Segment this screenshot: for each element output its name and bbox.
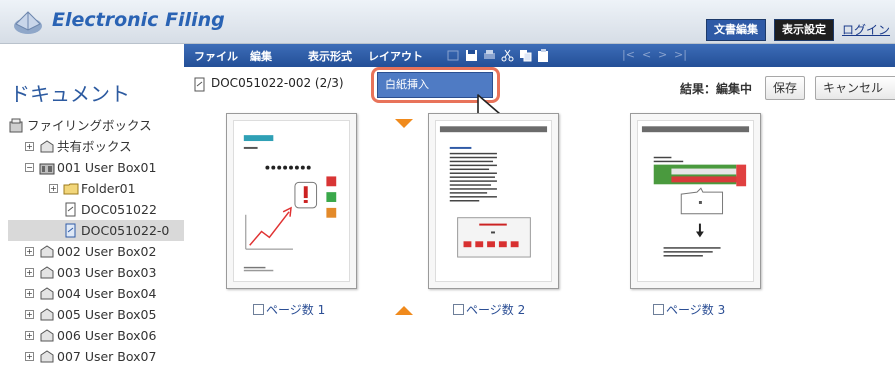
document-name: DOC051022-002 (2/3) — [211, 76, 344, 90]
menu-file[interactable]: ファイル — [194, 48, 238, 64]
doc-edit-button[interactable]: 文書編集 — [706, 19, 766, 41]
app-title: Electronic Filing — [52, 9, 225, 31]
print-icon[interactable] — [482, 48, 497, 63]
page-preview-image — [435, 120, 552, 282]
paste-icon[interactable] — [536, 48, 551, 63]
result-status: 結果：編集中 — [680, 82, 753, 96]
display-settings-button[interactable]: 表示設定 — [774, 19, 834, 41]
menu-bar: ファイル 編集 表示形式 レイアウト |< < > >| — [184, 44, 895, 67]
user-box-icon — [40, 329, 54, 342]
user-box-icon — [39, 163, 55, 175]
shared-box-icon — [40, 140, 54, 153]
folder-icon — [63, 183, 79, 195]
menu-layout[interactable]: レイアウト — [368, 48, 423, 64]
checkbox[interactable] — [653, 304, 664, 315]
menu-view-format[interactable]: 表示形式 — [308, 48, 352, 64]
tree-item-user-box-04[interactable]: + 004 User Box04 — [8, 283, 184, 304]
prev-page-icon[interactable]: < — [642, 48, 651, 61]
document-icon — [65, 202, 76, 217]
tree-item-shared-box[interactable]: + 共有ボックス — [8, 136, 184, 157]
expand-icon[interactable]: + — [25, 247, 34, 256]
document-icon — [65, 223, 76, 238]
tree-item-user-box-05[interactable]: + 005 User Box05 — [8, 304, 184, 325]
expand-icon[interactable]: + — [25, 268, 34, 277]
page-preview-image — [233, 120, 350, 282]
user-box-icon — [40, 308, 54, 321]
app-header: Electronic Filing 文書編集 表示設定 ログイン — [0, 0, 895, 44]
rotate-icon[interactable] — [446, 48, 461, 63]
expand-icon[interactable]: + — [25, 352, 34, 361]
page-checkbox-3[interactable]: ページ数 3 — [653, 301, 725, 318]
page-preview-image — [637, 120, 754, 282]
tree-item-doc051022[interactable]: DOC051022 — [8, 199, 184, 220]
cut-icon[interactable] — [500, 48, 515, 63]
expand-icon[interactable]: + — [25, 331, 34, 340]
next-page-icon[interactable]: > — [658, 48, 667, 61]
document-icon — [194, 77, 205, 92]
document-tree: ファイリングボックス + 共有ボックス − 001 User Box01 + F… — [8, 115, 184, 367]
expand-icon[interactable]: + — [25, 289, 34, 298]
tree-item-user-box-03[interactable]: + 003 User Box03 — [8, 262, 184, 283]
insert-marker-down-icon — [395, 119, 413, 128]
collapse-icon[interactable]: − — [25, 163, 34, 172]
tree-item-doc051022-002[interactable]: DOC051022-0 — [8, 220, 184, 241]
expand-icon[interactable]: + — [25, 310, 34, 319]
first-page-icon[interactable]: |< — [622, 48, 635, 61]
tree-item-folder01[interactable]: + Folder01 — [8, 178, 184, 199]
user-box-icon — [40, 245, 54, 258]
user-box-icon — [40, 350, 54, 363]
cancel-button[interactable]: キャンセル — [815, 76, 895, 100]
checkbox[interactable] — [453, 304, 464, 315]
tree-item-user-box-02[interactable]: + 002 User Box02 — [8, 241, 184, 262]
page-thumbnail-3[interactable] — [630, 113, 761, 289]
tree-item-filing-box[interactable]: ファイリングボックス — [8, 115, 184, 136]
checkbox[interactable] — [253, 304, 264, 315]
page-checkbox-1[interactable]: ページ数 1 — [253, 301, 325, 318]
logo-icon — [14, 11, 42, 34]
save-icon[interactable] — [464, 48, 479, 63]
save-button[interactable]: 保存 — [765, 76, 806, 100]
tree-item-user-box-06[interactable]: + 006 User Box06 — [8, 325, 184, 346]
login-link[interactable]: ログイン — [842, 21, 890, 38]
tree-item-user-box-01[interactable]: − 001 User Box01 — [8, 157, 184, 178]
page-thumbnail-1[interactable] — [226, 113, 357, 289]
user-box-icon — [40, 287, 54, 300]
menu-edit[interactable]: 編集 — [250, 48, 272, 64]
sidebar-title: ドキュメント — [10, 82, 130, 106]
copy-icon[interactable] — [518, 48, 533, 63]
filing-box-icon — [9, 118, 23, 133]
tree-item-user-box-07[interactable]: + 007 User Box07 — [8, 346, 184, 367]
expand-icon[interactable]: + — [49, 184, 58, 193]
expand-icon[interactable]: + — [25, 142, 34, 151]
last-page-icon[interactable]: >| — [674, 48, 687, 61]
insert-marker-up-icon — [395, 306, 413, 315]
page-thumbnail-2[interactable] — [428, 113, 559, 289]
page-checkbox-2[interactable]: ページ数 2 — [453, 301, 525, 318]
user-box-icon — [40, 266, 54, 279]
